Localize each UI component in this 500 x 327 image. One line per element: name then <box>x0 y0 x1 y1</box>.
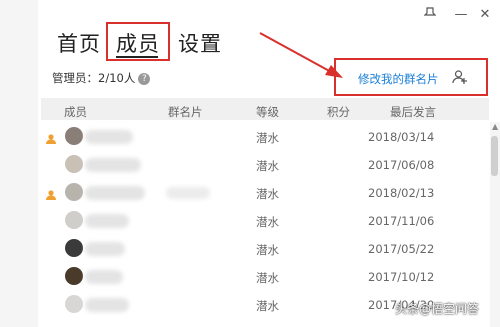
blurred-member-name <box>85 242 125 256</box>
admin-person-icon <box>45 186 57 205</box>
column-level[interactable]: 等级 <box>256 104 279 120</box>
table-row[interactable]: 潜水 2018/02/13 <box>41 180 489 208</box>
table-row[interactable]: 潜水 2017/06/08 <box>41 152 489 180</box>
avatar[interactable] <box>65 127 83 145</box>
blurred-member-name <box>85 186 145 200</box>
member-level: 潜水 <box>256 271 279 285</box>
column-card[interactable]: 群名片 <box>168 104 203 120</box>
member-level: 潜水 <box>256 299 279 313</box>
member-last-speak: 2017/05/22 <box>368 242 435 256</box>
help-icon[interactable]: ? <box>138 73 151 85</box>
avatar[interactable] <box>65 239 83 257</box>
table-row[interactable]: 潜水 2017/11/06 <box>41 208 489 236</box>
member-level: 潜水 <box>256 159 279 173</box>
table-row[interactable]: 潜水 2017/05/22 <box>41 236 489 264</box>
blurred-group-card <box>166 187 210 199</box>
edit-my-card-link[interactable]: 修改我的群名片 <box>358 71 439 87</box>
admin-person-icon <box>45 130 57 149</box>
tab-settings[interactable]: 设置 <box>178 28 222 58</box>
avatar[interactable] <box>65 295 83 313</box>
member-level: 潜水 <box>256 243 279 257</box>
add-user-icon[interactable] <box>452 69 468 89</box>
active-tab-underline <box>116 56 158 58</box>
close-icon[interactable]: ✕ <box>476 6 494 24</box>
blurred-member-name <box>85 130 133 144</box>
member-level: 潜水 <box>256 131 279 145</box>
member-last-speak: 2017/10/12 <box>368 270 435 284</box>
blurred-member-name <box>85 270 123 284</box>
member-last-speak: 2018/03/14 <box>368 130 435 144</box>
admin-count: 管理员：2/10人? <box>52 70 151 86</box>
blurred-member-name <box>85 298 129 312</box>
blurred-member-name <box>85 214 129 228</box>
member-last-speak: 2018/02/13 <box>368 186 435 200</box>
blurred-member-name <box>85 158 141 172</box>
member-last-speak: 2017/11/06 <box>368 214 435 228</box>
column-last-speak[interactable]: 最后发言 <box>390 104 436 120</box>
group-members-window: — ✕ 首页 成员 设置 管理员：2/10人? 修改我的群名片 成员 群名片 等… <box>0 0 500 327</box>
column-points[interactable]: 积分 <box>327 104 350 120</box>
member-last-speak: 2017/06/08 <box>368 158 435 172</box>
avatar[interactable] <box>65 211 83 229</box>
scrollbar-thumb[interactable] <box>491 136 498 176</box>
avatar[interactable] <box>65 267 83 285</box>
table-row[interactable]: 潜水 2018/03/14 <box>41 124 489 152</box>
minimize-icon[interactable]: — <box>452 6 470 24</box>
avatar[interactable] <box>65 183 83 201</box>
avatar[interactable] <box>65 155 83 173</box>
left-strip <box>0 0 38 327</box>
column-member[interactable]: 成员 <box>64 104 87 120</box>
table-row[interactable]: 潜水 2017/10/12 <box>41 264 489 292</box>
watermark: 头条@悟空问答 <box>395 302 480 316</box>
scroll-up-icon[interactable]: ▲ <box>492 122 498 131</box>
tab-home[interactable]: 首页 <box>57 28 101 58</box>
member-level: 潜水 <box>256 187 279 201</box>
pin-icon[interactable] <box>421 6 439 24</box>
admin-count-label: 管理员：2/10人 <box>52 71 136 85</box>
member-level: 潜水 <box>256 215 279 229</box>
